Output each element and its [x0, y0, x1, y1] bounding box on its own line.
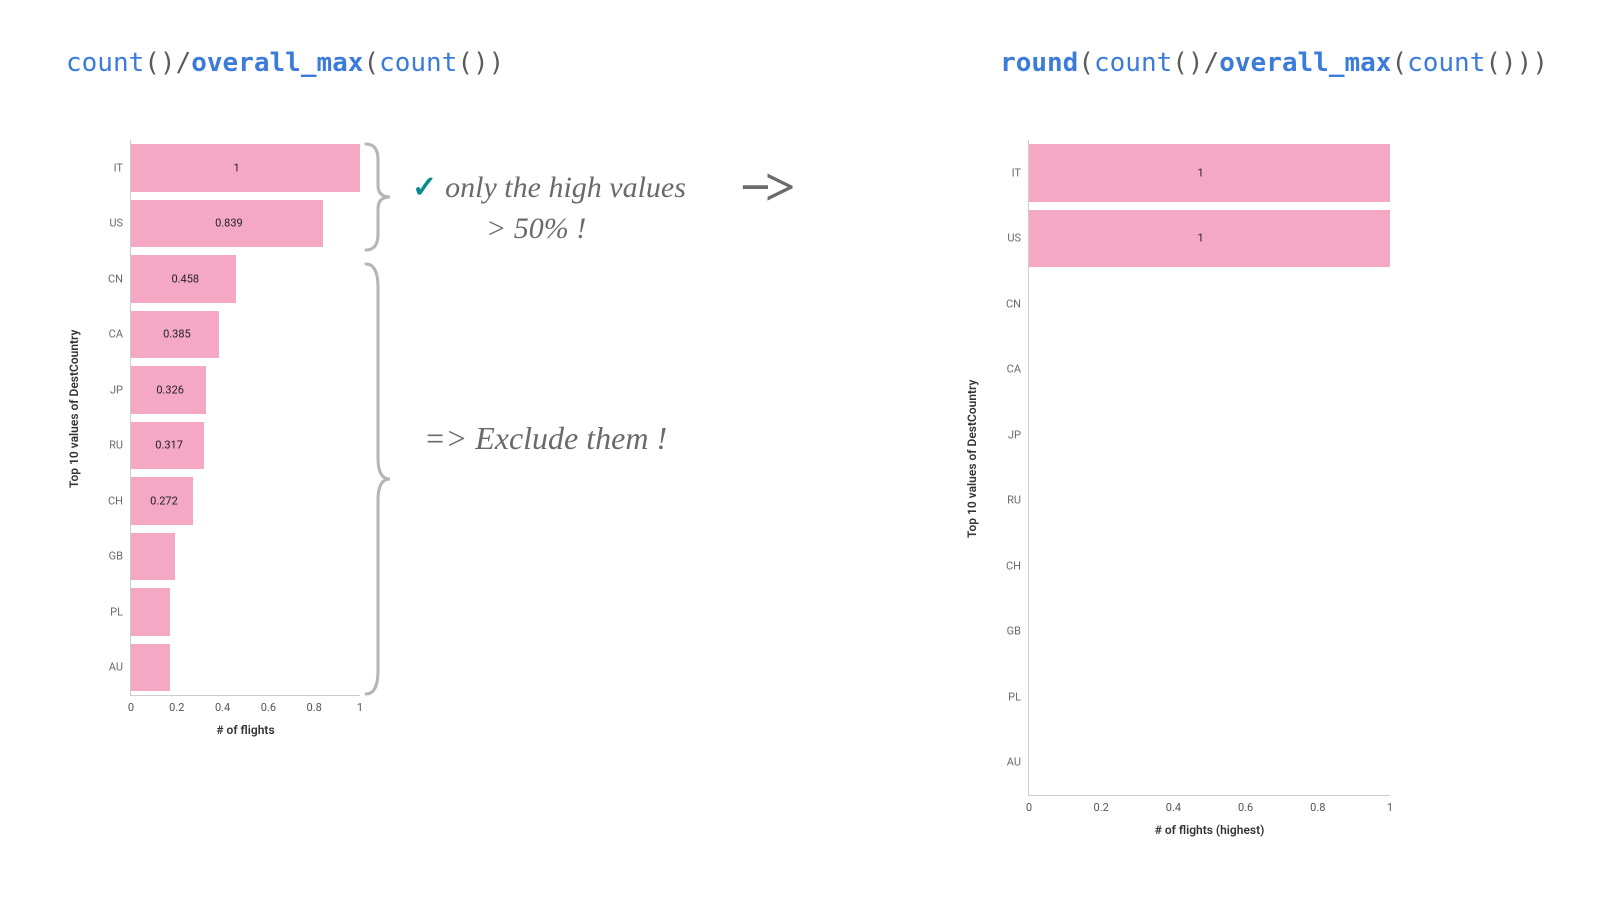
formula-token: ( [363, 48, 379, 78]
category-label: GB [109, 550, 123, 563]
chart-row: JP [1029, 402, 1390, 468]
chart-row: AU [1029, 730, 1390, 796]
x-tick: 0.2 [169, 701, 184, 714]
category-label: AU [1007, 756, 1021, 769]
x-tick: 0.4 [1166, 801, 1181, 814]
x-tick: 1 [357, 701, 363, 714]
category-label: AU [109, 661, 123, 674]
formula-token: ()/ [144, 48, 191, 78]
formula-token: ()/ [1172, 48, 1219, 78]
formula-token: count [379, 48, 457, 78]
chart-row: RU [1029, 468, 1390, 534]
bar [1029, 210, 1390, 268]
bar [131, 533, 175, 581]
x-tick: 0 [128, 701, 134, 714]
chart-row: GB [131, 529, 360, 585]
bar-value-label: 0.326 [156, 383, 184, 396]
annotation-high-values: ✓only the high values [412, 170, 686, 205]
category-label: PL [1008, 690, 1021, 703]
category-label: RU [1007, 494, 1021, 507]
formula-token: overall_max [191, 48, 363, 78]
chart-row: IT1 [131, 140, 360, 196]
x-tick: 1 [1387, 801, 1393, 814]
chart-row: US0.839 [131, 196, 360, 252]
x-axis-title: # of flights (highest) [1155, 823, 1265, 837]
chart-left-plot: IT1US0.839CN0.458CA0.385JP0.326RU0.317CH… [130, 140, 360, 696]
x-tick: 0.8 [307, 701, 322, 714]
annotation-exclude: => Exclude them ! [424, 420, 667, 457]
x-tick: 0.8 [1310, 801, 1325, 814]
category-label: CN [108, 272, 123, 285]
category-label: JP [110, 383, 123, 396]
x-tick: 0.6 [1238, 801, 1253, 814]
bar-value-label: 0.385 [163, 328, 191, 341]
category-label: IT [1012, 166, 1021, 179]
bar [131, 644, 170, 692]
chart-row: AU [131, 640, 360, 696]
chart-left: IT1US0.839CN0.458CA0.385JP0.326RU0.317CH… [130, 140, 360, 696]
chart-row: IT1 [1029, 140, 1390, 206]
category-label: IT [114, 161, 123, 174]
x-tick: 0.6 [261, 701, 276, 714]
check-icon: ✓ [412, 171, 437, 204]
bar [131, 144, 360, 192]
annotation-high-line1: only the high values [445, 171, 686, 204]
category-label: RU [109, 439, 123, 452]
x-tick: 0.4 [215, 701, 230, 714]
chart-row: CA0.385 [131, 307, 360, 363]
chart-row: RU0.317 [131, 418, 360, 474]
x-axis-title: # of flights [216, 723, 274, 737]
bar-value-label: 0.317 [155, 439, 183, 452]
bar-value-label: 0.272 [150, 494, 178, 507]
bar [1029, 144, 1390, 202]
chart-row: GB [1029, 599, 1390, 665]
category-label: CH [1006, 559, 1021, 572]
chart-row: PL [131, 584, 360, 640]
chart-left-ylabel: Top 10 values of DestCountry [67, 348, 81, 488]
bar-value-label: 0.839 [215, 217, 243, 230]
category-label: CA [109, 328, 123, 341]
chart-row: JP0.326 [131, 362, 360, 418]
category-label: JP [1008, 428, 1021, 441]
formula-token: round [1000, 48, 1078, 78]
bar [131, 588, 170, 636]
category-label: US [109, 217, 123, 230]
formula-token: ())) [1485, 48, 1548, 78]
x-tick: 0.2 [1094, 801, 1109, 814]
chart-right-plot: IT1US1CNCAJPRUCHGBPLAU00.20.40.60.81# of… [1028, 140, 1390, 796]
chart-row: PL [1029, 664, 1390, 730]
chart-row: CH [1029, 533, 1390, 599]
formula-token: ()) [457, 48, 504, 78]
arrow-icon: −> [740, 156, 790, 218]
formula-token: ( [1078, 48, 1094, 78]
brace-bottom [362, 258, 394, 700]
formula-token: count [1407, 48, 1485, 78]
category-label: US [1007, 232, 1021, 245]
x-tick: 0 [1026, 801, 1032, 814]
category-label: CH [108, 494, 123, 507]
formula-right: round(count()/overall_max(count())) [1000, 48, 1548, 78]
annotation-high-line2: > 50% ! [486, 212, 586, 246]
category-label: CA [1007, 363, 1021, 376]
formula-left: count()/overall_max(count()) [66, 48, 504, 78]
bar-value-label: 1 [1198, 232, 1204, 245]
chart-row: CN0.458 [131, 251, 360, 307]
category-label: CN [1006, 297, 1021, 310]
bar-value-label: 0.458 [171, 272, 199, 285]
brace-top [362, 140, 394, 254]
category-label: GB [1007, 625, 1021, 638]
bar-value-label: 1 [1198, 166, 1204, 179]
bar-value-label: 1 [234, 161, 240, 174]
formula-token: overall_max [1219, 48, 1391, 78]
chart-row: CH0.272 [131, 473, 360, 529]
formula-token: count [66, 48, 144, 78]
formula-token: ( [1391, 48, 1407, 78]
category-label: PL [110, 605, 123, 618]
chart-row: CN [1029, 271, 1390, 337]
chart-row: CA [1029, 337, 1390, 403]
chart-row: US1 [1029, 206, 1390, 272]
chart-right-ylabel: Top 10 values of DestCountry [965, 398, 979, 538]
chart-right: IT1US1CNCAJPRUCHGBPLAU00.20.40.60.81# of… [1028, 140, 1390, 796]
formula-token: count [1094, 48, 1172, 78]
